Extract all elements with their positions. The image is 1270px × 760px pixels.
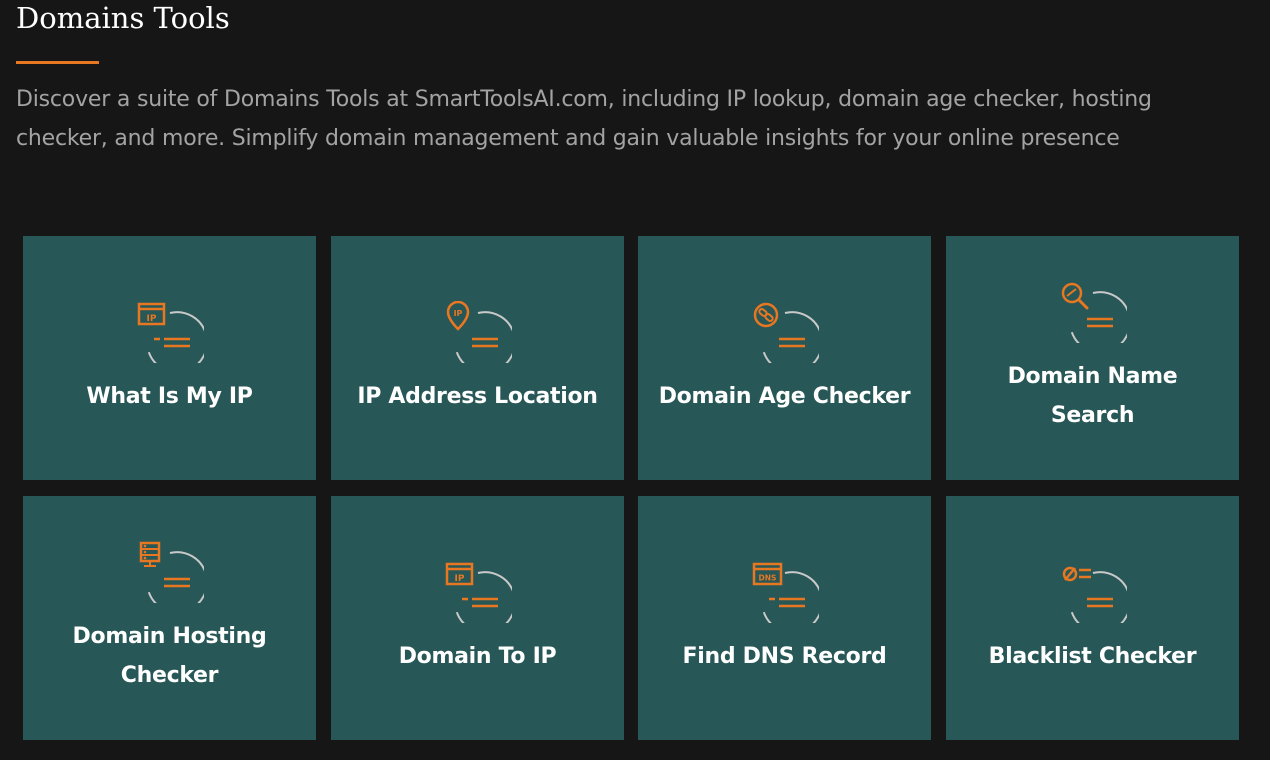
svg-text:IP: IP	[146, 314, 156, 324]
ip-window-icon: IP	[136, 301, 204, 363]
svg-text:IP: IP	[453, 309, 462, 318]
tool-card-domain-hosting-checker[interactable]: Domain Hosting Checker	[23, 496, 316, 740]
tool-label: Blacklist Checker	[988, 643, 1197, 669]
link-clock-icon	[751, 301, 819, 363]
tool-label: Domain To IP	[398, 643, 557, 669]
tool-label: Domain Age Checker	[658, 383, 911, 409]
tool-label: What Is My IP	[86, 383, 253, 409]
tool-card-domain-age-checker[interactable]: Domain Age Checker	[638, 236, 931, 480]
section-description: Discover a suite of Domains Tools at Sma…	[16, 87, 1152, 151]
tool-label: Domain Hosting Checker	[72, 624, 267, 688]
tool-label: IP Address Location	[357, 383, 598, 409]
svg-text:DNS: DNS	[758, 573, 776, 582]
tool-card-blacklist-checker[interactable]: Blacklist Checker	[946, 496, 1239, 740]
tools-grid: IP What Is My IP IP IP Address Location	[23, 236, 1239, 740]
ip-location-pin-icon: IP	[444, 300, 512, 363]
tool-label: Domain Name Search	[1007, 364, 1178, 428]
tool-label: Find DNS Record	[682, 643, 887, 669]
tool-card-find-dns-record[interactable]: DNS Find DNS Record	[638, 496, 931, 740]
tool-card-domain-to-ip[interactable]: IP Domain To IP	[331, 496, 624, 740]
magnifier-search-icon	[1059, 281, 1127, 343]
server-rack-icon	[136, 541, 204, 603]
svg-text:IP: IP	[454, 574, 464, 584]
tool-card-domain-name-search[interactable]: Domain Name Search	[946, 236, 1239, 480]
tool-card-ip-address-location[interactable]: IP IP Address Location	[331, 236, 624, 480]
blacklist-list-icon	[1059, 561, 1127, 623]
dns-window-icon: DNS	[751, 561, 819, 623]
tool-card-what-is-my-ip[interactable]: IP What Is My IP	[23, 236, 316, 480]
ip-window-icon: IP	[444, 561, 512, 623]
section-title: Domains Tools	[16, 1, 230, 35]
title-underline	[16, 61, 99, 64]
